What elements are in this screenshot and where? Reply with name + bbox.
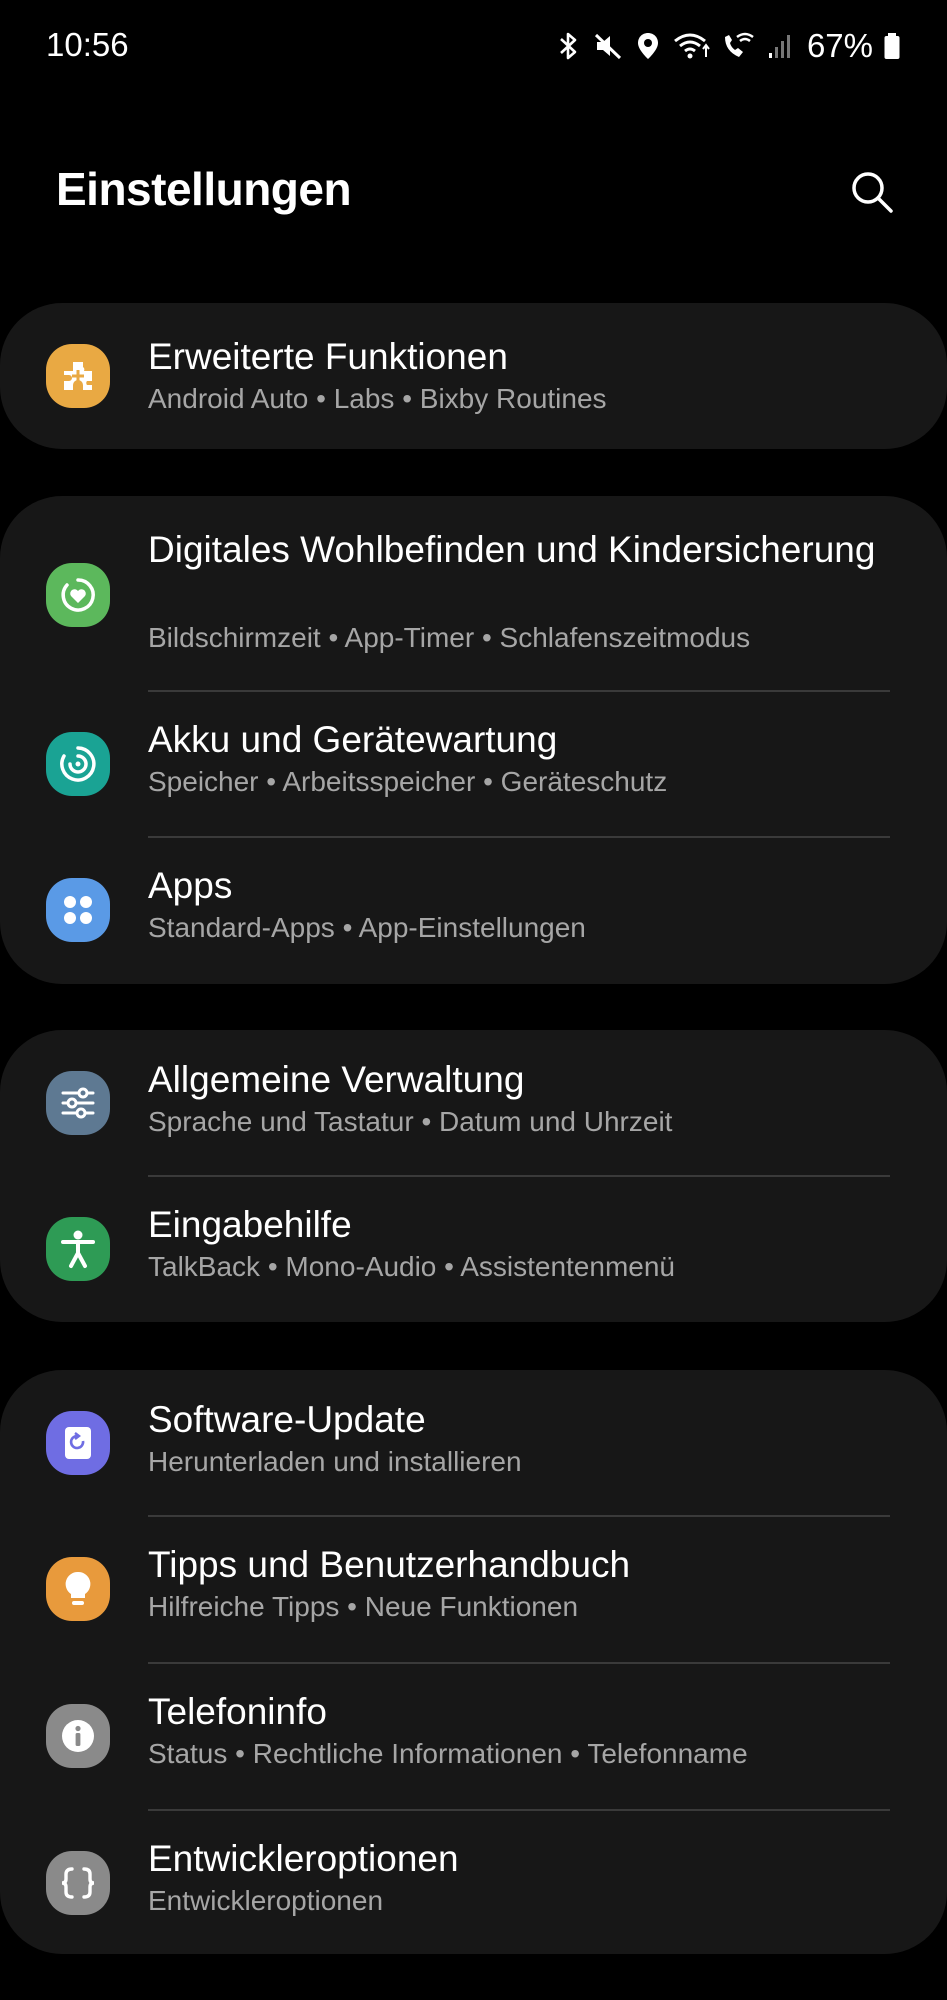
search-button[interactable]: [846, 166, 898, 218]
settings-item-apps[interactable]: Apps Standard-Apps • App-Einstellungen: [0, 838, 947, 984]
status-bar: 10:56 67%: [0, 0, 947, 90]
item-subtitle: Speicher • Arbeitsspeicher • Geräteschut…: [148, 766, 668, 797]
item-subtitle: Entwickleroptionen: [148, 1885, 384, 1916]
settings-group-advanced: Erweiterte Funktionen Android Auto • Lab…: [0, 303, 947, 449]
update-icon: [46, 1411, 110, 1475]
item-subtitle: TalkBack • Mono-Audio • Assistentenmenü: [148, 1251, 675, 1282]
bluetooth-icon: [553, 29, 583, 63]
puzzle-plus-icon: [46, 344, 110, 408]
item-title: Apps: [148, 865, 233, 906]
item-subtitle: Herunterladen und installieren: [148, 1446, 522, 1477]
settings-item-software-update[interactable]: Software-Update Herunterladen und instal…: [0, 1370, 947, 1515]
info-icon: [46, 1704, 110, 1768]
item-subtitle: Standard-Apps • App-Einstellungen: [148, 912, 586, 943]
settings-group-general: Allgemeine Verwaltung Sprache und Tastat…: [0, 1030, 947, 1322]
item-subtitle: Sprache und Tastatur • Datum und Uhrzeit: [148, 1106, 673, 1137]
settings-item-accessibility[interactable]: Eingabehilfe TalkBack • Mono-Audio • Ass…: [0, 1177, 947, 1322]
item-subtitle: Status • Rechtliche Informationen • Tele…: [148, 1738, 748, 1769]
settings-group-about: Software-Update Herunterladen und instal…: [0, 1370, 947, 1954]
item-subtitle: Android Auto • Labs • Bixby Routines: [148, 383, 607, 414]
location-icon: [633, 29, 663, 63]
settings-item-advanced-features[interactable]: Erweiterte Funktionen Android Auto • Lab…: [0, 303, 947, 449]
item-subtitle: Bildschirmzeit • App-Timer • Schlafensze…: [148, 622, 751, 653]
heart-circle-icon: [46, 563, 110, 627]
braces-icon: [46, 1851, 110, 1915]
page-title: Einstellungen: [56, 163, 352, 215]
item-title: Akku und Gerätewartung: [148, 719, 558, 760]
item-title: Eingabehilfe: [148, 1204, 352, 1245]
item-title: Tipps und Benutzerhandbuch: [148, 1544, 631, 1585]
accessibility-icon: [46, 1217, 110, 1281]
settings-item-digital-wellbeing[interactable]: Digitales Wohlbefinden und Kindersicheru…: [0, 496, 947, 691]
search-icon: [852, 172, 893, 213]
item-title: Telefoninfo: [148, 1691, 327, 1732]
settings-item-tips-manual[interactable]: Tipps und Benutzerhandbuch Hilfreiche Ti…: [0, 1517, 947, 1662]
settings-item-phone-info[interactable]: Telefoninfo Status • Rechtliche Informat…: [0, 1664, 947, 1809]
battery-icon: [883, 29, 901, 63]
battery-percentage: 67%: [806, 27, 873, 64]
settings-item-general-management[interactable]: Allgemeine Verwaltung Sprache und Tastat…: [0, 1030, 947, 1175]
wifi-icon: [673, 29, 711, 63]
item-title: Erweiterte Funktionen: [148, 336, 508, 377]
status-icons: 67%: [553, 24, 901, 68]
lightbulb-icon: [46, 1557, 110, 1621]
device-care-icon: [46, 732, 110, 796]
settings-item-battery-care[interactable]: Akku und Gerätewartung Speicher • Arbeit…: [0, 692, 947, 838]
wifi-calling-icon: [721, 29, 755, 63]
header: Einstellungen: [0, 140, 947, 240]
signal-icon: [765, 29, 795, 63]
item-title: Digitales Wohlbefinden und Kindersicheru…: [148, 529, 876, 570]
item-subtitle: Hilfreiche Tipps • Neue Funktionen: [148, 1591, 579, 1622]
settings-item-developer-options[interactable]: Entwickleroptionen Entwickleroptionen: [0, 1811, 947, 1954]
mute-icon: [593, 29, 623, 63]
item-title: Software-Update: [148, 1399, 426, 1440]
settings-group-device: Digitales Wohlbefinden und Kindersicheru…: [0, 496, 947, 984]
item-title: Entwickleroptionen: [148, 1838, 459, 1879]
status-time: 10:56: [46, 26, 129, 63]
item-title: Allgemeine Verwaltung: [148, 1059, 525, 1100]
sliders-icon: [46, 1071, 110, 1135]
apps-grid-icon: [46, 878, 110, 942]
